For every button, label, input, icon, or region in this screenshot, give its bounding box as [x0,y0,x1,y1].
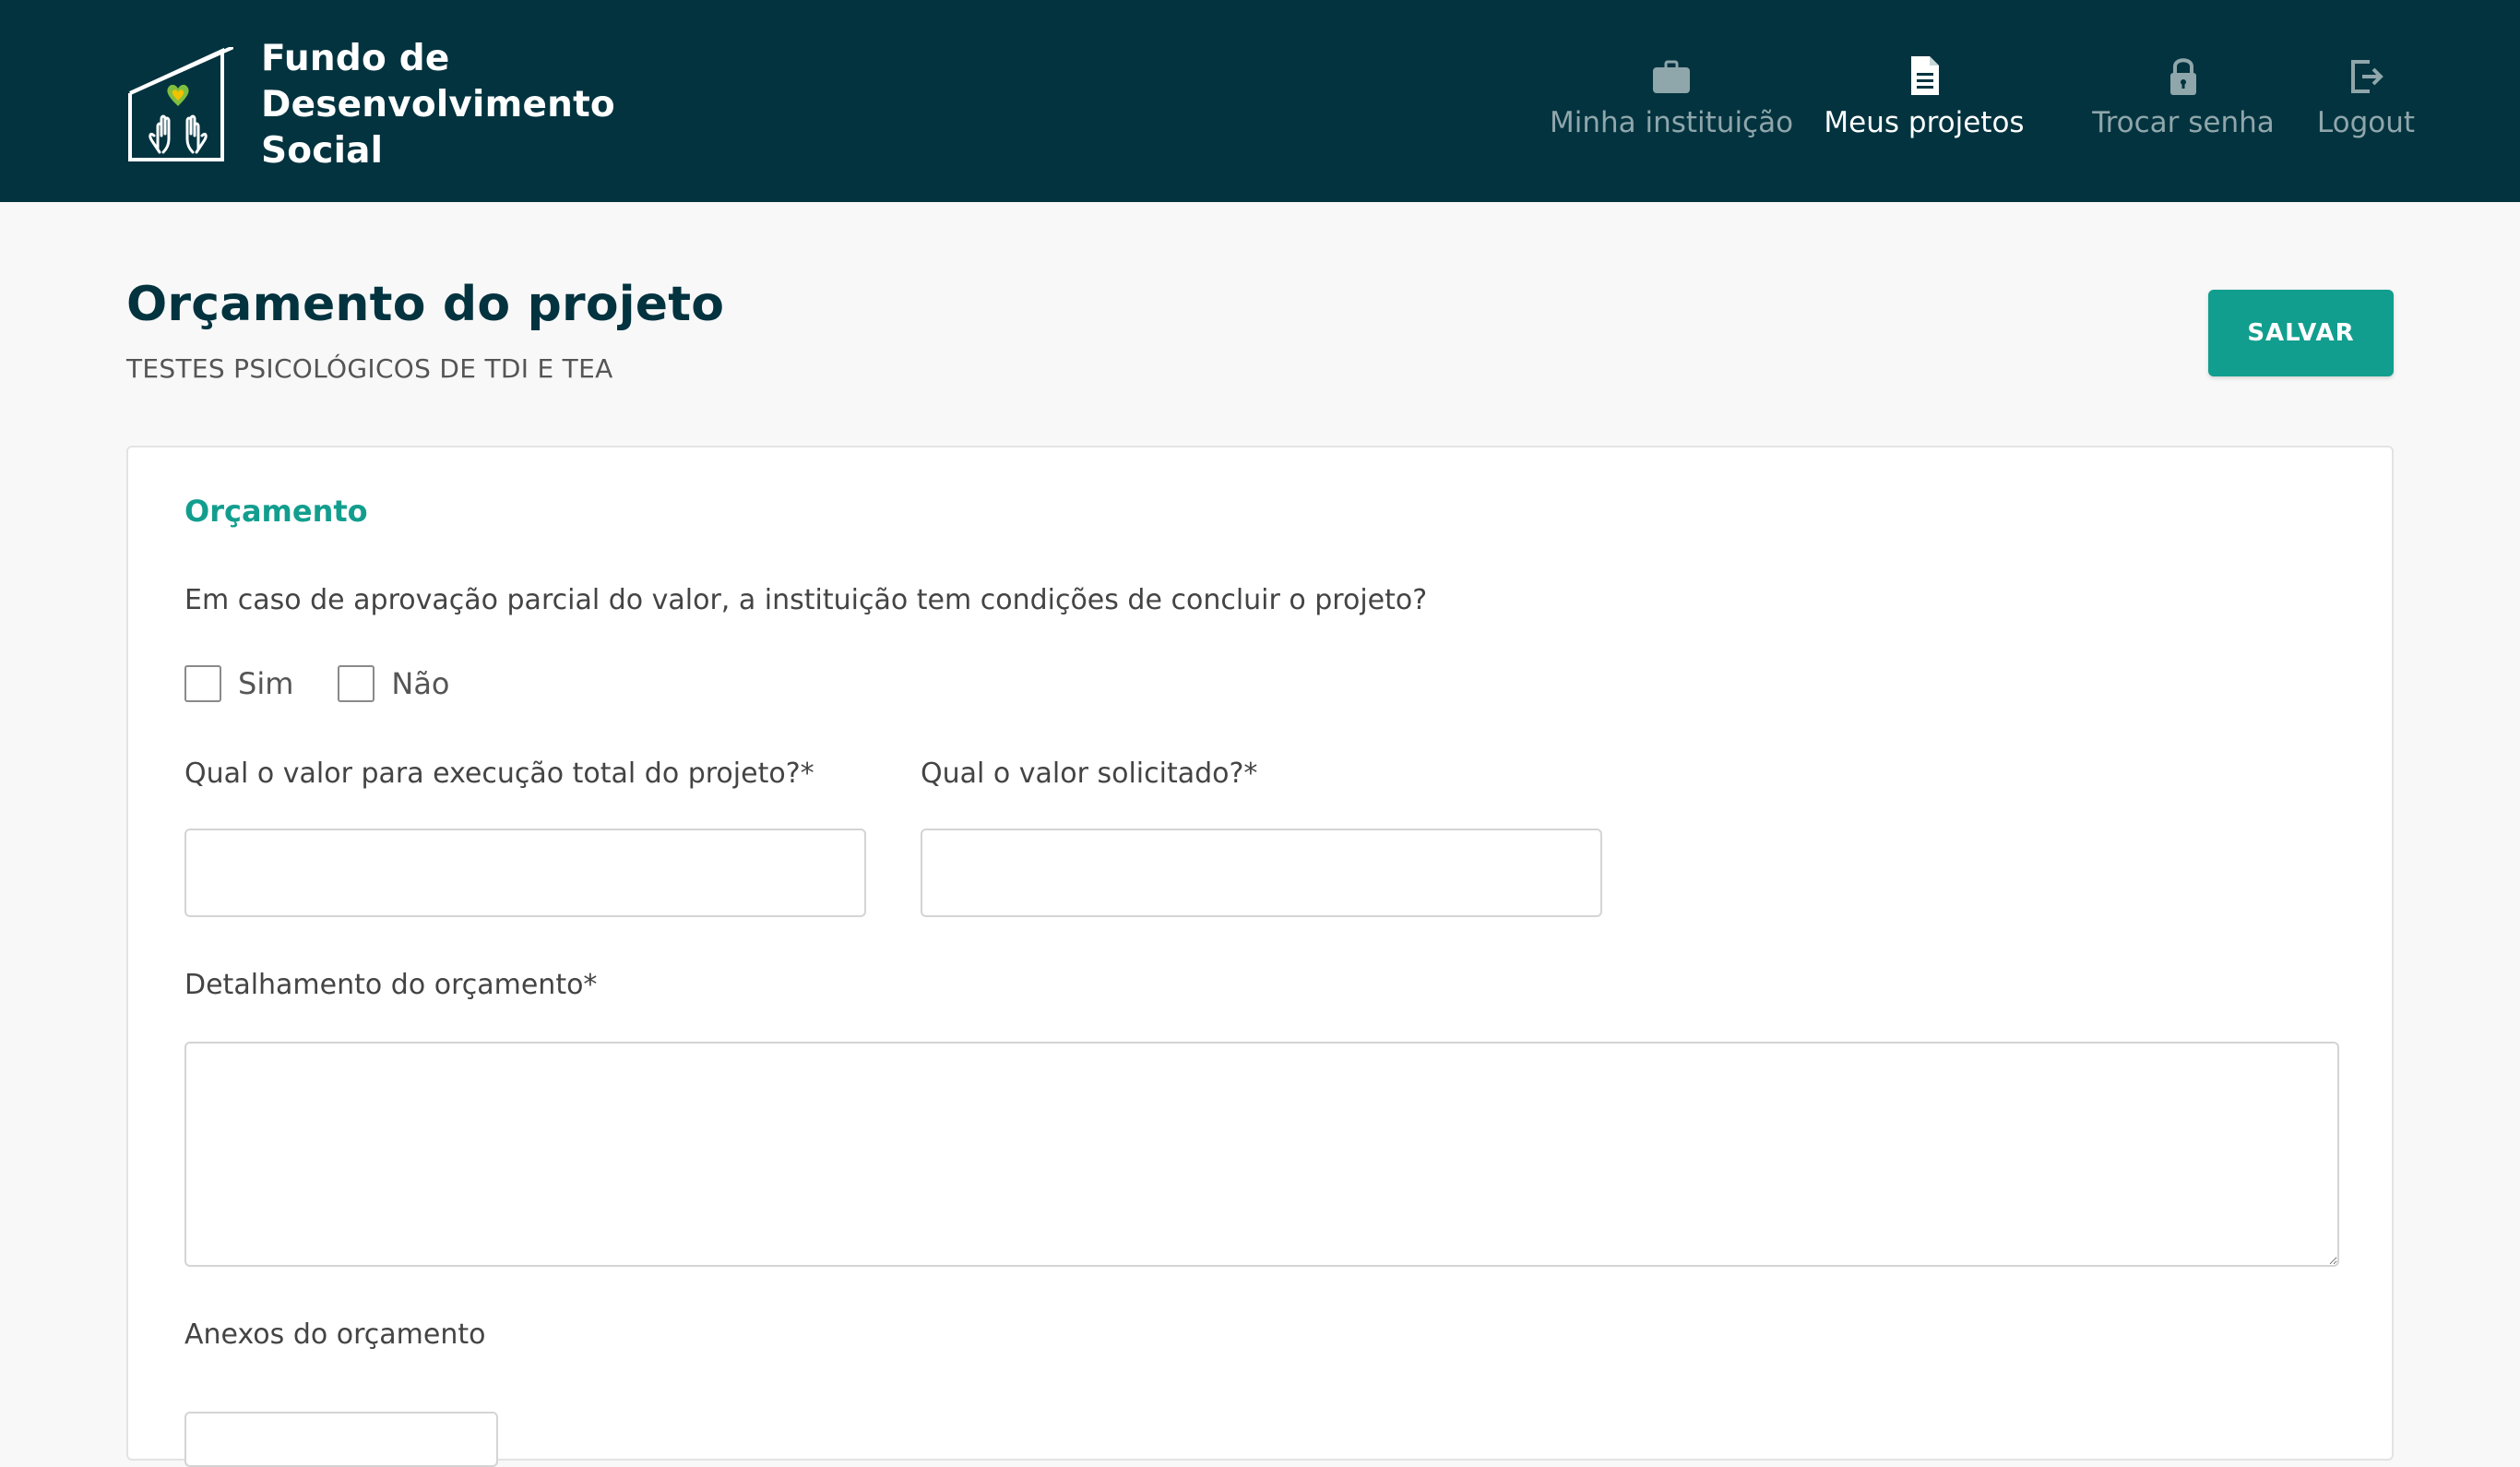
partial-approval-question: Em caso de aprovação parcial do valor, a… [184,584,1428,616]
option-nao[interactable]: Não [338,665,450,702]
brand-name: Fundo de Desenvolvimento Social [261,38,615,172]
budget-details-label: Detalhamento do orçamento* [184,969,598,1001]
nav-item-minha-instituicao[interactable]: Minha instituição [1549,51,1794,161]
option-label: Não [391,666,450,701]
section-title: Orçamento [184,494,368,529]
nav-label: Logout [2316,106,2416,139]
budget-details-textarea[interactable] [184,1042,2339,1267]
checkbox-nao[interactable] [338,665,375,702]
requested-value-label: Qual o valor solicitado?* [921,757,1258,790]
lock-icon [2170,58,2196,95]
logout-icon [2351,60,2383,93]
nav-item-meus-projetos[interactable]: Meus projetos [1818,51,2030,161]
nav-label: Minha instituição [1549,106,1794,139]
nav-label: Meus projetos [1824,106,2025,139]
option-sim[interactable]: Sim [184,665,293,702]
attachments-label: Anexos do orçamento [184,1318,486,1351]
total-value-input[interactable] [184,829,866,917]
top-navigation-bar: Fundo de Desenvolvimento Social Minha in… [0,0,2520,202]
option-label: Sim [238,666,294,701]
nav-item-trocar-senha[interactable]: Trocar senha [2091,51,2276,161]
budget-form-card: Orçamento Em caso de aprovação parcial d… [126,446,2394,1467]
brand[interactable]: Fundo de Desenvolvimento Social [126,38,615,172]
nav-item-logout[interactable]: Logout [2306,51,2426,161]
page-title: Orçamento do projeto [126,277,725,332]
total-value-label: Qual o valor para execução total do proj… [184,757,814,790]
checkbox-sim[interactable] [184,665,221,702]
document-icon [1911,56,1939,95]
attachments-upload[interactable] [184,1412,498,1467]
partial-approval-options: Sim Não [184,665,494,702]
house-hands-heart-icon [128,47,233,161]
requested-value-input[interactable] [921,829,1602,917]
project-name: TESTES PSICOLÓGICOS DE TDI E TEA [126,353,613,384]
briefcase-icon [1653,60,1690,93]
nav-label: Trocar senha [2092,106,2275,139]
save-button[interactable]: SALVAR [2208,290,2394,376]
